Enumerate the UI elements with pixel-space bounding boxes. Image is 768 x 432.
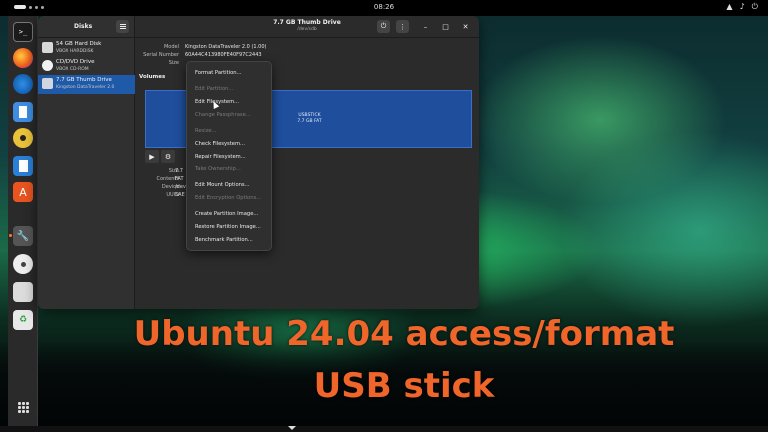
dock: >_ A 🔧 ♻ [8,16,38,426]
menu-item-benchmark-partition[interactable]: Benchmark Partition... [195,237,253,243]
drive-item-cd-dvd[interactable]: CD/DVD Drive VBOX CD-ROM [38,57,135,76]
uuid-label: UUID [166,192,179,198]
workspace-dot [29,5,32,9]
running-indicator [9,234,12,237]
disks-icon[interactable]: 🔧 [13,226,33,246]
contents-label: Contents [156,176,180,182]
serial-value: 60A44C413980FE40F97C2443 [185,52,262,58]
power-icon[interactable]: ⏻ [752,2,758,12]
mount-play-icon[interactable]: ▶ [145,150,159,163]
menu-item-edit-mount-options[interactable]: Edit Mount Options... [195,182,250,188]
menu-item-check-filesystem[interactable]: Check Filesystem... [195,141,245,147]
writer-icon[interactable] [13,156,33,176]
volumes-heading: Volumes [139,74,166,80]
menu-item-edit-encryption-options: Edit Encryption Options... [195,195,262,201]
hamburger-menu-button[interactable] [116,20,129,33]
menu-item-take-ownership: Take Ownership... [195,166,241,172]
menu-item-create-partition-image[interactable]: Create Partition Image... [195,211,258,217]
device-label: Device [161,184,179,190]
network-icon[interactable]: ▲ [726,2,732,12]
clock[interactable]: 08:26 [368,3,400,11]
thunderbird-icon[interactable] [13,74,33,94]
firefox-icon[interactable] [13,48,33,68]
menu-item-restore-partition-image[interactable]: Restore Partition Image... [195,224,261,230]
minimize-button[interactable]: – [419,20,432,33]
menu-item-repair-filesystem[interactable]: Repair Filesystem... [195,154,246,160]
device-value: /dev [175,184,186,190]
bottom-strip [0,426,768,432]
workspace-dot [35,5,38,9]
volume-icon[interactable]: ♪ [740,2,745,12]
app-title: Disks [74,23,93,30]
window-header: 7.7 GB Thumb Drive /dev/sdb ⏻ ⋮ – □ ✕ [135,16,479,38]
rhythmbox-icon[interactable] [13,128,33,148]
notes-icon[interactable] [13,102,33,122]
system-tray[interactable]: ▲ ♪ ⏻ [726,2,758,12]
drive-name: 7.7 GB Thumb Drive [56,77,112,83]
hard-disk-icon [42,42,53,53]
workspace-active-pill [14,5,26,9]
partition-context-menu: Format Partition... Edit Partition... Ed… [186,61,272,251]
contents-value: FAT [175,176,184,182]
menu-item-resize: Resize... [195,128,217,134]
gears-icon[interactable]: ⚙ [161,150,175,163]
workspace-dot [41,5,44,9]
partition-size-value: 7.7 [175,168,183,174]
volume-toolbar: ▶ ⚙ [145,150,175,164]
drive-name: 54 GB Hard Disk [56,41,102,47]
power-off-button[interactable]: ⏻ [377,20,390,33]
drive-item-thumb-drive[interactable]: 7.7 GB Thumb Drive Kingston DataTraveler… [38,75,135,94]
drive-icon[interactable] [13,282,33,302]
sidebar-header: Disks [38,16,134,38]
optical-disc-icon[interactable] [13,254,33,274]
close-button[interactable]: ✕ [459,20,472,33]
model-label: Model [163,44,179,50]
menu-item-change-passphrase: Change Passphrase... [195,112,251,118]
drives-sidebar: Disks 54 GB Hard Disk VBOX HARDDISK CD/D… [38,16,135,309]
video-title-line-2: USB stick [313,366,495,406]
size-label: Size [168,60,179,66]
app-center-icon[interactable]: A [13,182,33,202]
drive-options-button[interactable]: ⋮ [396,20,409,33]
menu-item-format-partition[interactable]: Format Partition... [195,70,242,76]
maximize-button[interactable]: □ [439,20,452,33]
top-bar: 08:26 ▲ ♪ ⏻ [0,0,768,16]
activities-indicator[interactable] [14,5,44,9]
drive-name: CD/DVD Drive [56,59,95,65]
drive-model: VBOX CD-ROM [56,67,89,72]
serial-label: Serial Number [143,52,179,58]
menu-item-edit-partition: Edit Partition... [195,86,234,92]
model-value: Kingston DataTraveler 2.0 (1.00) [185,44,267,50]
drive-model: VBOX HARDDISK [56,49,94,54]
usb-drive-icon [42,78,53,89]
optical-disc-icon [42,60,53,71]
uuid-value: 5AE [175,192,185,198]
caret-down-icon [288,426,296,430]
video-title-line-1: Ubuntu 24.04 access/format [133,314,675,354]
drive-item-hard-disk[interactable]: 54 GB Hard Disk VBOX HARDDISK [38,39,135,58]
partition-size-label: Size [168,168,179,174]
terminal-icon[interactable]: >_ [13,22,33,42]
drive-model: Kingston DataTraveler 2.0 [56,85,115,90]
